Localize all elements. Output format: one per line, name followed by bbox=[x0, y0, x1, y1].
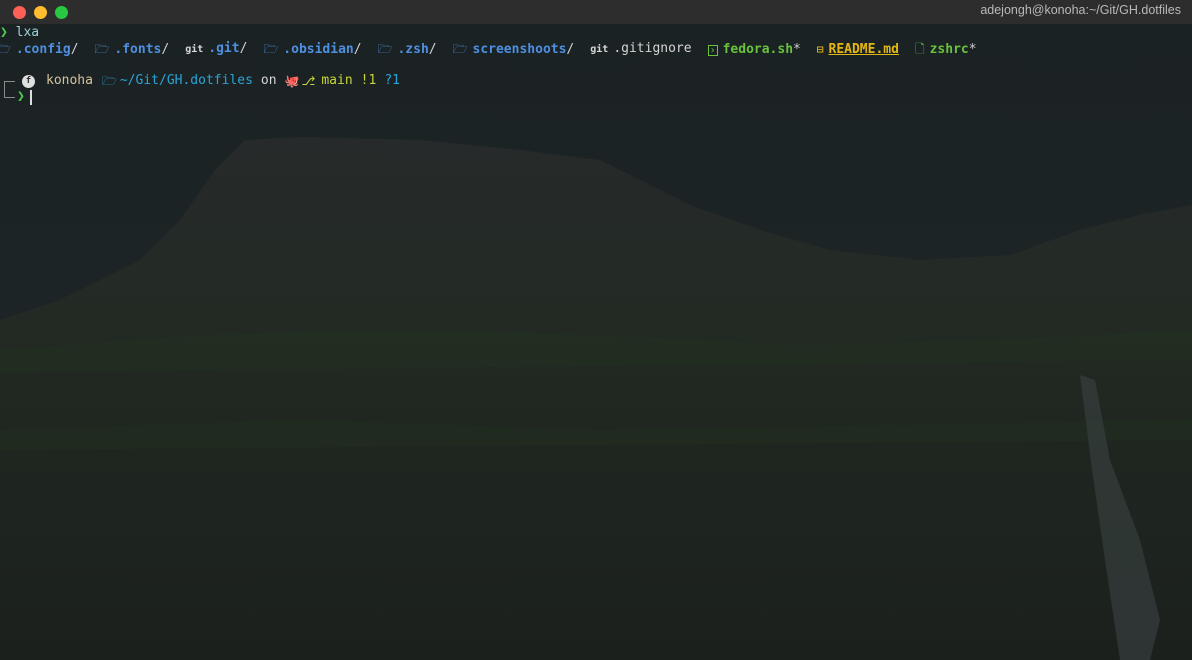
window-titlebar: adejongh@konoha:~/Git/GH.dotfiles bbox=[0, 0, 1192, 24]
close-button[interactable] bbox=[13, 5, 26, 19]
desktop-wallpaper bbox=[0, 0, 1192, 660]
list-item[interactable]: 🗁 screenshoots/ bbox=[453, 41, 575, 58]
text-cursor[interactable] bbox=[30, 90, 32, 105]
list-item[interactable]: git .git/ bbox=[185, 41, 247, 58]
git-modified-count: !1 bbox=[360, 73, 377, 88]
list-item[interactable]: 🗋 zshrc* bbox=[915, 41, 977, 58]
input-prompt-symbol: ❯ bbox=[17, 89, 25, 104]
git-icon: git bbox=[590, 44, 609, 55]
prompt-connector bbox=[4, 81, 15, 98]
git-untracked-count: ?1 bbox=[384, 73, 400, 88]
folder-icon: 🗁 bbox=[101, 74, 117, 88]
window-title: adejongh@konoha:~/Git/GH.dotfiles bbox=[980, 3, 1181, 17]
prompt-line: f konoha 🗁 ~/Git/GH.dotfiles on 🐙 ⎇ main !1 ?1 bbox=[0, 73, 400, 89]
folder-open-icon: 🗁 bbox=[377, 42, 393, 56]
list-item[interactable]: git .gitignore bbox=[590, 41, 691, 58]
folder-open-icon: 🗁 bbox=[0, 42, 11, 56]
folder-open-icon: 🗁 bbox=[263, 42, 279, 56]
book-icon: ⊟ bbox=[816, 42, 824, 56]
list-item[interactable]: 🗁 .obsidian/ bbox=[263, 41, 361, 58]
prompt-symbol: ❯ bbox=[0, 25, 8, 40]
list-item[interactable]: 🗁 .zsh/ bbox=[378, 41, 437, 58]
github-icon: 🐙 bbox=[284, 74, 300, 88]
window-controls bbox=[13, 5, 68, 19]
terminal-icon: › bbox=[707, 44, 718, 56]
file-icon: 🗋 bbox=[914, 42, 925, 56]
branch-icon: ⎇ bbox=[301, 74, 316, 88]
list-item[interactable]: ⊟ README.md bbox=[817, 42, 899, 58]
directory-listing: 🗁 .config/ 🗁 .fonts/ git .git/ 🗁 .obsidian/ … bbox=[0, 41, 977, 58]
list-item[interactable]: › fedora.sh* bbox=[707, 42, 801, 58]
git-icon: git bbox=[185, 44, 204, 55]
git-branch: main bbox=[321, 73, 353, 88]
minimize-button[interactable] bbox=[34, 5, 47, 19]
command-line: ❯ lxa bbox=[0, 25, 39, 41]
list-item[interactable]: 🗁 .fonts/ bbox=[95, 41, 170, 58]
folder-open-icon: 🗁 bbox=[452, 42, 468, 56]
prompt-on: on bbox=[260, 73, 277, 88]
prompt-host: konoha bbox=[46, 73, 93, 88]
list-item[interactable]: 🗁 .config/ bbox=[0, 41, 79, 58]
command-text: lxa bbox=[15, 25, 40, 40]
maximize-button[interactable] bbox=[55, 5, 68, 19]
fedora-icon: f bbox=[22, 74, 35, 88]
folder-open-icon: 🗁 bbox=[94, 42, 110, 56]
prompt-path: ~/Git/GH.dotfiles bbox=[119, 73, 253, 88]
